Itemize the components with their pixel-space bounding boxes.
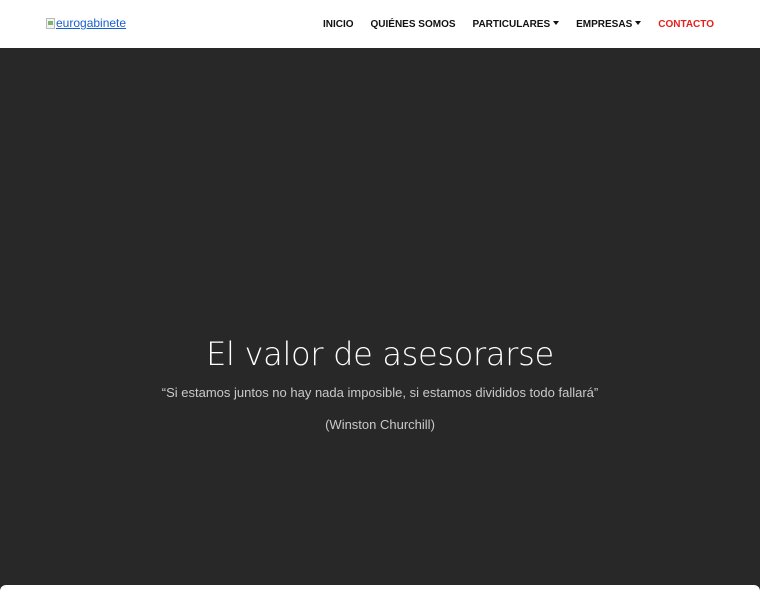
hero-title: El valor de asesorarse bbox=[206, 335, 554, 373]
broken-image-icon bbox=[46, 17, 55, 29]
navbar: eurogabinete INICIO QUIÉNES SOMOS PARTIC… bbox=[0, 0, 760, 48]
caret-down-icon bbox=[635, 21, 642, 25]
logo-alt-text: eurogabinete bbox=[56, 16, 127, 30]
hero-quote: “Si estamos juntos no hay nada imposible… bbox=[161, 385, 599, 400]
nav-item-contacto[interactable]: CONTACTO bbox=[658, 19, 714, 30]
nav-item-label: EMPRESAS bbox=[576, 18, 633, 30]
nav-item-quienes-somos[interactable]: QUIÉNES SOMOS bbox=[371, 19, 456, 30]
hero-section: El valor de asesorarse “Si estamos junto… bbox=[0, 48, 760, 600]
nav-item-label: QUIÉNES SOMOS bbox=[370, 18, 456, 30]
content-panel-top-edge bbox=[0, 585, 760, 605]
nav-item-label: INICIO bbox=[322, 18, 354, 30]
caret-down-icon bbox=[553, 21, 560, 25]
nav-item-label: PARTICULARES bbox=[472, 18, 551, 30]
nav-item-empresas[interactable]: EMPRESAS bbox=[576, 18, 642, 30]
hero-quote-author: (Winston Churchill) bbox=[325, 417, 435, 432]
nav-item-inicio[interactable]: INICIO bbox=[323, 19, 354, 30]
main-nav: INICIO QUIÉNES SOMOS PARTICULARES EMPRES… bbox=[306, 0, 714, 48]
nav-item-label: CONTACTO bbox=[658, 18, 714, 30]
nav-item-particulares[interactable]: PARTICULARES bbox=[473, 19, 560, 30]
logo-link[interactable]: eurogabinete bbox=[46, 16, 126, 30]
